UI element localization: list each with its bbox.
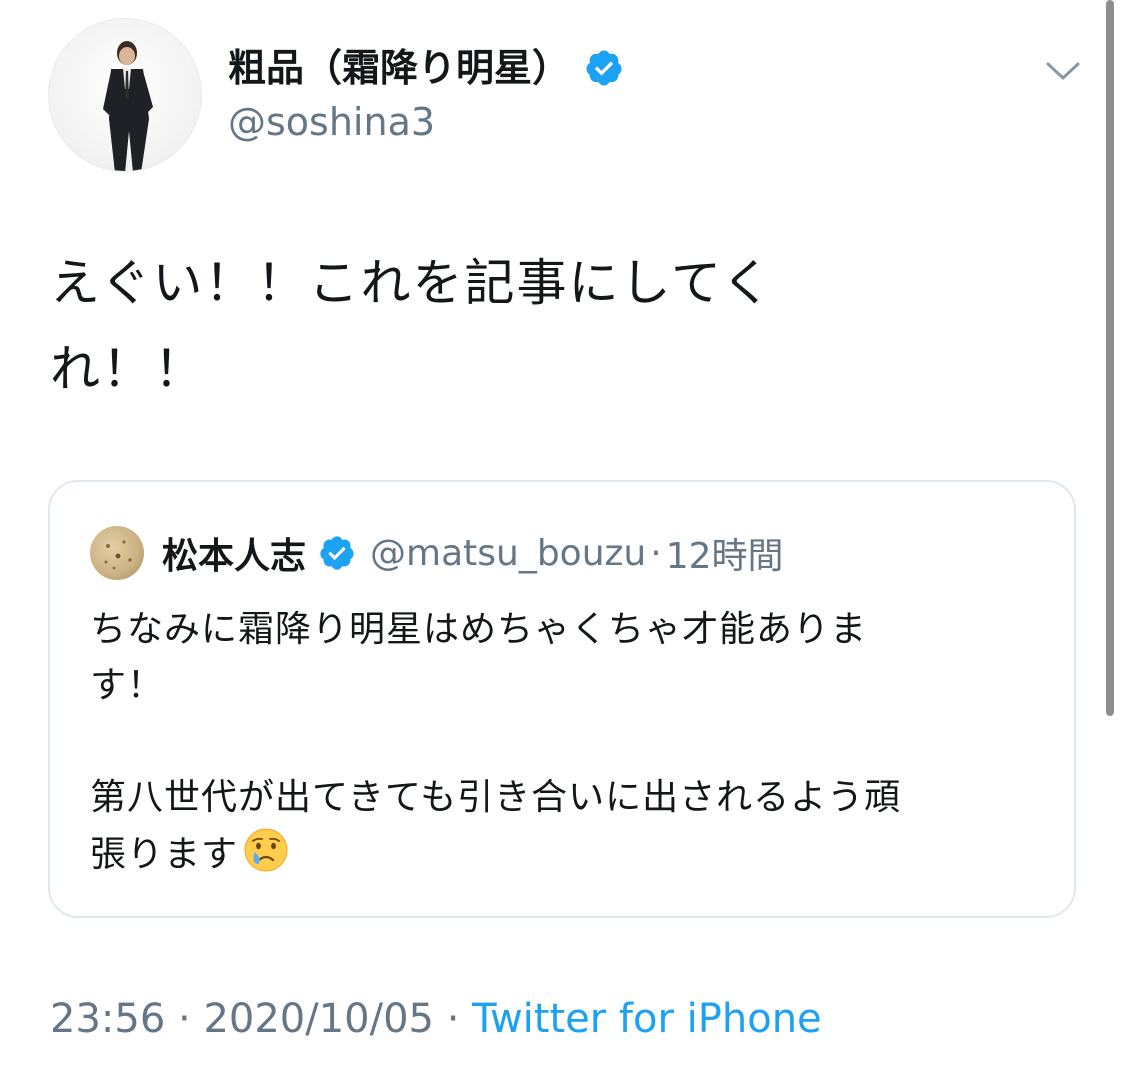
author-name-text: 粗品（霜降り明星） <box>228 46 571 90</box>
separator-dot: · <box>650 532 662 574</box>
quoted-text-line: ちなみに霜降り明星はめちゃくちゃ才能ありま <box>90 609 868 650</box>
quoted-author-name[interactable]: 松本人志 <box>162 527 306 579</box>
quoted-text-line: 張ります <box>90 826 1030 883</box>
tweet-meta: 23:56 · 2020/10/05 · Twitter for iPhone <box>50 994 822 1044</box>
tweet-date[interactable]: 2020/10/05 <box>203 996 434 1042</box>
tweet-text: えぐい！！これを記事にしてく れ！！ <box>50 240 930 412</box>
tweet-source-link[interactable]: Twitter for iPhone <box>472 996 822 1042</box>
quoted-tweet-header: 松本人志 @matsu_bouzu · 12時間 <box>162 528 784 578</box>
quoted-author-avatar[interactable] <box>90 526 144 580</box>
tweet-text-line: えぐい！！これを記事にしてく <box>50 254 774 312</box>
quoted-text-line: 第八世代が出てきても引き合いに出されるよう頑 <box>90 777 902 818</box>
tweet-time[interactable]: 23:56 <box>50 996 165 1042</box>
author-display-name[interactable]: 粗品（霜降り明星） <box>228 44 624 92</box>
separator-dot: · <box>446 996 460 1042</box>
crying-face-icon <box>244 828 288 872</box>
quoted-tweet-time[interactable]: 12時間 <box>666 527 784 579</box>
quoted-tweet-text: ちなみに霜降り明星はめちゃくちゃ才能ありま す！ 第八世代が出てきても引き合いに… <box>90 602 1030 883</box>
verified-badge-icon <box>320 536 354 570</box>
author-avatar[interactable] <box>48 18 202 172</box>
chevron-down-icon[interactable] <box>1042 50 1084 92</box>
quoted-author-handle[interactable]: @matsu_bouzu <box>370 533 646 574</box>
verified-badge-icon <box>586 50 622 86</box>
profile-photo <box>103 41 153 171</box>
author-handle[interactable]: @soshina3 <box>228 98 435 146</box>
quoted-tweet-card[interactable]: 松本人志 @matsu_bouzu · 12時間 ちなみに霜降り明星はめちゃくち… <box>48 480 1076 918</box>
bread-texture-avatar-icon <box>104 540 132 570</box>
quoted-text-line: す！ <box>90 665 165 706</box>
tweet-text-line: れ！！ <box>50 340 206 398</box>
separator-dot: · <box>178 996 191 1042</box>
scrollbar[interactable] <box>1106 0 1114 716</box>
quoted-text-segment: 張ります <box>90 834 239 875</box>
